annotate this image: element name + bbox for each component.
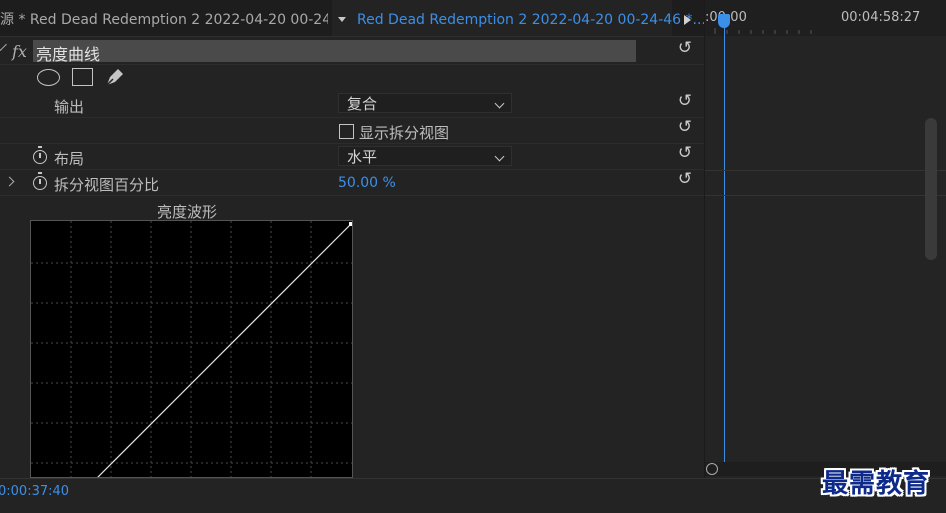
- chevron-down-icon: [494, 151, 505, 162]
- waveform-title: 亮度波形: [157, 203, 218, 221]
- divider: [0, 64, 704, 65]
- timeline-divider: [705, 195, 946, 196]
- output-dropdown[interactable]: 复合: [338, 93, 512, 113]
- curve-line: [97, 223, 352, 477]
- time-ruler[interactable]: :00:00 00:04:58:27: [705, 0, 946, 36]
- expand-chevron-icon[interactable]: [4, 176, 15, 187]
- effect-name-bar[interactable]: 亮度曲线: [33, 40, 636, 64]
- split-percent-unit: %: [382, 175, 396, 191]
- tab-effect-controls[interactable]: Red Dead Redemption 2 2022-04-20 00-24-4…: [332, 0, 706, 36]
- curve-control-point: [349, 222, 352, 226]
- luma-curve-graph[interactable]: [30, 220, 353, 478]
- split-view-checkbox[interactable]: [339, 124, 354, 139]
- vertical-scrollbar[interactable]: [925, 118, 937, 260]
- collapse-chevron-icon[interactable]: [0, 38, 7, 51]
- reset-icon[interactable]: ↺: [676, 144, 694, 162]
- divider: [0, 169, 704, 170]
- ellipse-mask-icon[interactable]: [37, 69, 60, 86]
- stopwatch-icon[interactable]: [33, 146, 47, 164]
- reset-icon[interactable]: ↺: [676, 92, 694, 110]
- divider: [0, 117, 704, 118]
- output-value: 复合: [347, 95, 378, 113]
- layout-value: 水平: [347, 148, 378, 166]
- timeline-panel[interactable]: [704, 0, 946, 478]
- playhead-line: [724, 26, 725, 462]
- reset-icon[interactable]: ↺: [676, 118, 694, 136]
- split-percent-value[interactable]: 50.00 %: [338, 175, 396, 191]
- split-view-label[interactable]: 显示拆分视图: [359, 122, 449, 143]
- chevron-down-icon: [494, 98, 505, 109]
- split-percent-number: 50.00: [338, 175, 379, 191]
- curve-grid: [31, 221, 352, 477]
- divider: [0, 195, 704, 196]
- footer-bar: [0, 478, 946, 513]
- current-timecode[interactable]: 0:00:37:40: [0, 484, 69, 499]
- reset-icon[interactable]: ↺: [676, 170, 694, 188]
- timeline-end-time: 00:04:58:27: [841, 10, 921, 25]
- scroll-handle-icon[interactable]: [706, 463, 718, 475]
- layout-dropdown[interactable]: 水平: [338, 146, 512, 166]
- fx-badge[interactable]: fx: [12, 42, 27, 61]
- output-label: 输出: [54, 98, 85, 116]
- rectangle-mask-icon[interactable]: [72, 68, 93, 86]
- timeline-divider: [705, 170, 946, 171]
- tab-effect-controls-label: Red Dead Redemption 2 2022-04-20 00-24-4…: [357, 12, 706, 28]
- tab-source[interactable]: 源 * Red Dead Redemption 2 2022-04-20 00-…: [0, 0, 328, 36]
- watermark-logo: 最需教育: [822, 469, 931, 499]
- pen-mask-icon[interactable]: [104, 66, 126, 88]
- effect-name: 亮度曲线: [36, 45, 101, 64]
- split-percent-label: 拆分视图百分比: [54, 176, 160, 194]
- layout-label: 布局: [54, 150, 85, 168]
- divider: [0, 143, 704, 144]
- play-arrow-icon[interactable]: [684, 15, 691, 25]
- reset-icon[interactable]: ↺: [676, 39, 694, 57]
- tab-dropdown-icon[interactable]: [338, 17, 346, 22]
- stopwatch-icon[interactable]: [33, 172, 47, 190]
